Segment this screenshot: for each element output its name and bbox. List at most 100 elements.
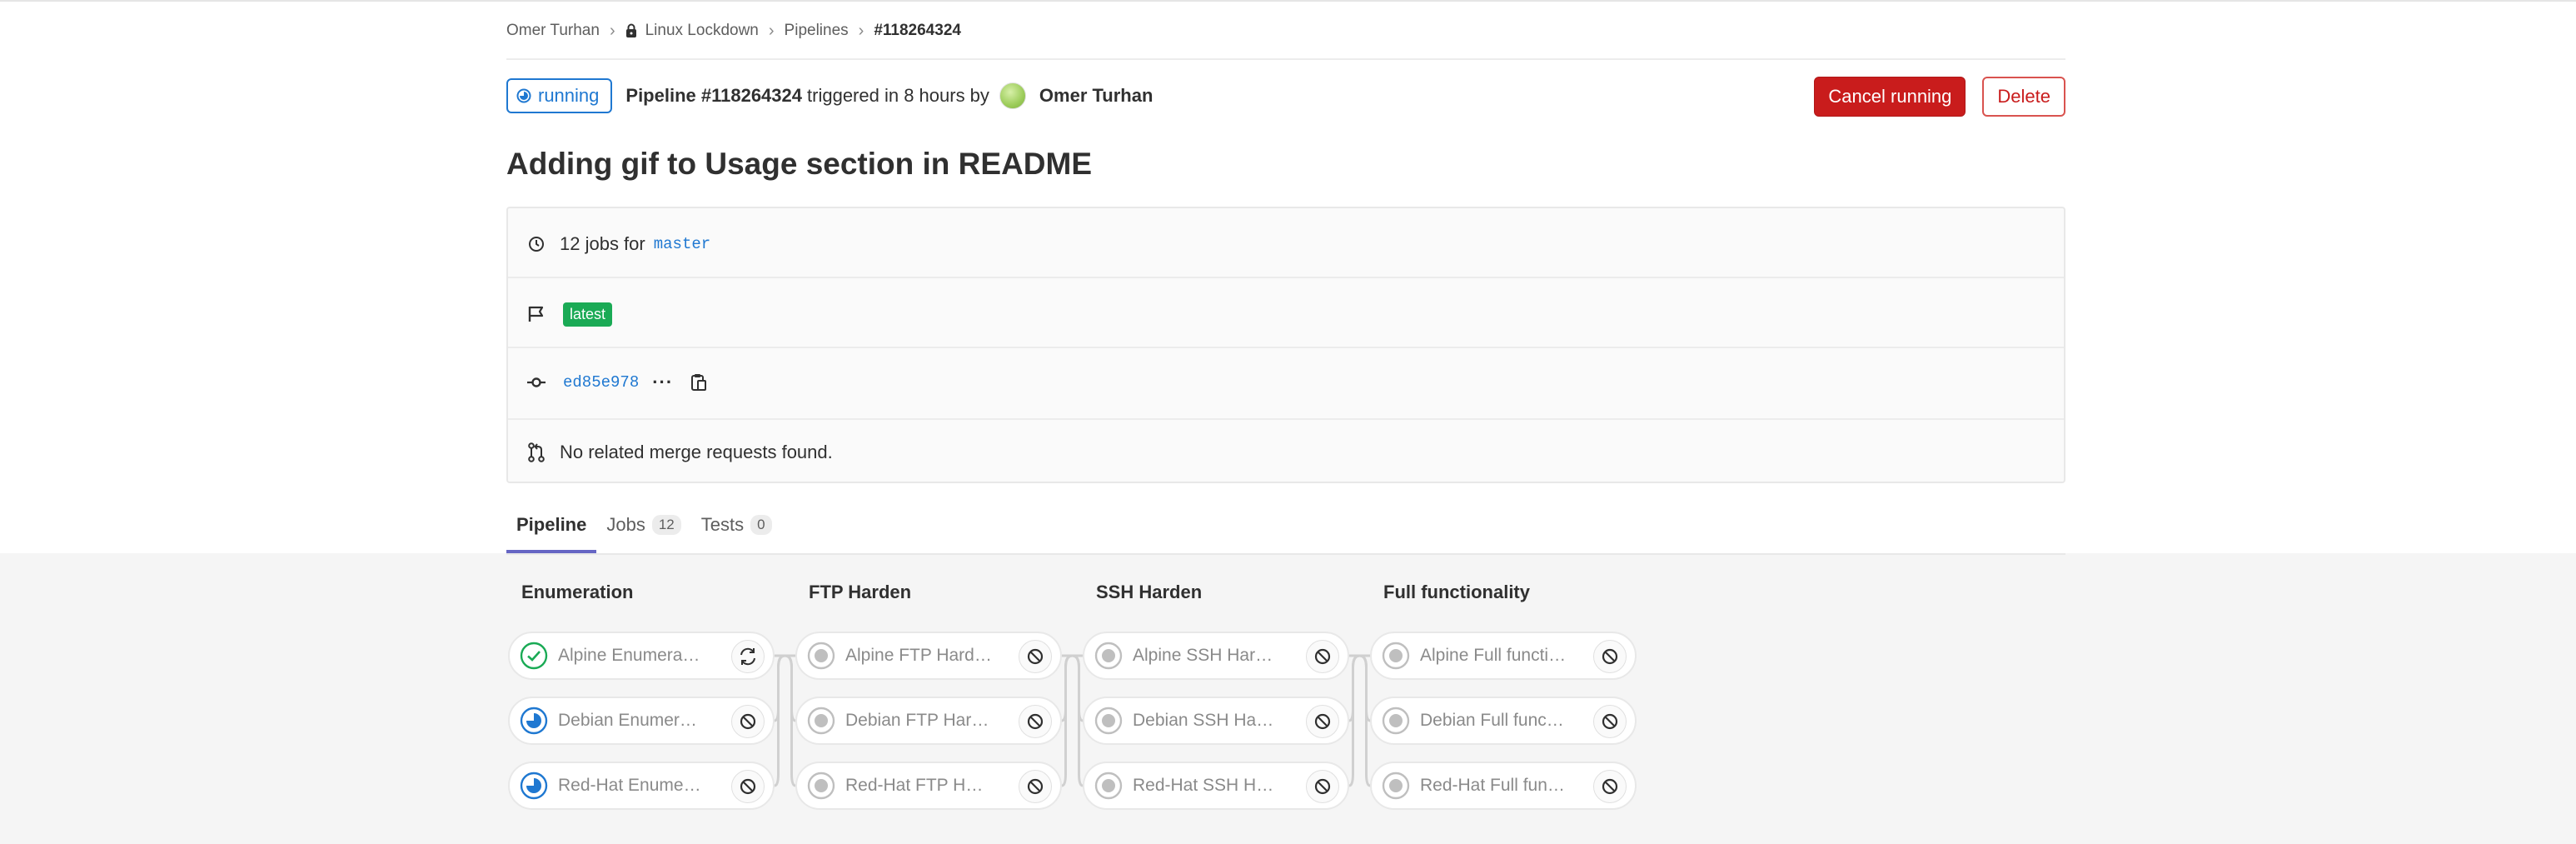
ellipsis-button[interactable]: ··· bbox=[652, 372, 673, 393]
stage-column: Enumeration bbox=[508, 578, 775, 607]
row-divider bbox=[508, 347, 2064, 348]
flag-icon bbox=[526, 304, 546, 324]
tab-jobs[interactable]: Jobs 12 bbox=[596, 497, 690, 553]
created-status-icon bbox=[1382, 707, 1410, 735]
job-name: Alpine Full functionality bbox=[1420, 646, 1567, 665]
running-status-icon bbox=[516, 88, 531, 103]
pipeline-id: Pipeline #118264324 bbox=[625, 85, 803, 106]
breadcrumb-project[interactable]: Linux Lockdown bbox=[645, 22, 759, 40]
job-pill[interactable]: Alpine FTP Harden bbox=[795, 632, 1062, 680]
user-link[interactable]: Omer Turhan bbox=[1039, 85, 1153, 107]
created-status-icon bbox=[1094, 642, 1123, 670]
job-pill[interactable]: Debian Full functionality bbox=[1370, 697, 1637, 745]
breadcrumb-current[interactable]: #118264324 bbox=[874, 22, 961, 40]
job-pill[interactable]: Alpine Full functionality bbox=[1370, 632, 1637, 680]
stage-title: SSH Harden bbox=[1096, 582, 1203, 602]
cancel-icon[interactable] bbox=[1593, 705, 1627, 738]
stage-column: FTP Harden bbox=[795, 578, 1062, 607]
branch-link[interactable]: master bbox=[654, 235, 710, 253]
job-name: Debian Full functionality bbox=[1420, 711, 1567, 730]
breadcrumb-pipelines[interactable]: Pipelines bbox=[785, 22, 849, 40]
breadcrumb-user[interactable]: Omer Turhan bbox=[506, 22, 600, 40]
job-name: Alpine FTP Harden bbox=[845, 646, 992, 665]
copy-icon[interactable] bbox=[690, 372, 708, 392]
stage-column: Full functionality bbox=[1370, 578, 1637, 607]
running-status-icon bbox=[520, 772, 548, 800]
jobs-row: 12 jobs for master bbox=[508, 223, 2064, 265]
tests-count-badge: 0 bbox=[750, 515, 772, 535]
job-pill[interactable]: Red-Hat Enumeration bbox=[508, 762, 775, 810]
stage-title: Enumeration bbox=[521, 582, 634, 602]
clock-icon bbox=[526, 234, 546, 254]
top-border bbox=[0, 0, 2576, 2]
tab-label: Pipeline bbox=[516, 514, 587, 535]
commit-icon bbox=[526, 372, 546, 392]
job-pill[interactable]: Red-Hat SSH Harden bbox=[1083, 762, 1349, 810]
chevron-right-icon: › bbox=[609, 21, 615, 40]
commit-row: ed85e978 ··· bbox=[508, 362, 2064, 403]
job-pill[interactable]: Red-Hat FTP Harden bbox=[795, 762, 1062, 810]
tab-label: Tests bbox=[700, 514, 745, 535]
job-pill[interactable]: Debian SSH Harden bbox=[1083, 697, 1349, 745]
created-status-icon bbox=[807, 642, 835, 670]
pipeline-tabs: Pipeline Jobs 12 Tests 0 bbox=[506, 497, 2065, 553]
row-divider bbox=[508, 277, 2064, 278]
cancel-icon[interactable] bbox=[731, 705, 765, 738]
created-status-icon bbox=[1094, 707, 1123, 735]
latest-badge: latest bbox=[563, 302, 613, 327]
job-pill[interactable]: Red-Hat Full functionality bbox=[1370, 762, 1637, 810]
row-divider bbox=[508, 418, 2064, 420]
cancel-icon[interactable] bbox=[1593, 770, 1627, 803]
breadcrumb-divider bbox=[506, 58, 2065, 60]
merge-requests-text: No related merge requests found. bbox=[560, 442, 833, 462]
cancel-icon[interactable] bbox=[1306, 640, 1339, 673]
cancel-icon[interactable] bbox=[1306, 705, 1339, 738]
jobs-count-text: 12 jobs for bbox=[560, 233, 645, 254]
graph-divider bbox=[506, 553, 2065, 555]
job-name: Red-Hat Enumeration bbox=[558, 776, 705, 795]
delete-button[interactable]: Delete bbox=[1982, 77, 2065, 117]
pipeline-header: running Pipeline #118264324 triggered in… bbox=[506, 77, 2065, 117]
tab-label: Jobs bbox=[606, 514, 645, 535]
job-name: Red-Hat Full functionality bbox=[1420, 776, 1567, 795]
status-text: running bbox=[538, 85, 600, 106]
chevron-right-icon: › bbox=[858, 21, 864, 40]
job-pill[interactable]: Debian FTP Harden bbox=[795, 697, 1062, 745]
created-status-icon bbox=[1382, 772, 1410, 800]
commit-sha-link[interactable]: ed85e978 bbox=[563, 373, 639, 392]
created-status-icon bbox=[807, 772, 835, 800]
stage-column: SSH Harden bbox=[1083, 578, 1349, 607]
tab-tests[interactable]: Tests 0 bbox=[691, 497, 782, 553]
job-name: Alpine SSH Harden bbox=[1133, 646, 1279, 665]
cancel-icon[interactable] bbox=[1306, 770, 1339, 803]
page-title: Adding gif to Usage section in README bbox=[506, 147, 1093, 181]
job-name: Red-Hat FTP Harden bbox=[845, 776, 992, 795]
job-name: Debian SSH Harden bbox=[1133, 711, 1279, 730]
lock-icon bbox=[625, 23, 636, 37]
cancel-icon[interactable] bbox=[731, 770, 765, 803]
job-pill[interactable]: Debian Enumeration bbox=[508, 697, 775, 745]
tab-pipeline[interactable]: Pipeline bbox=[506, 497, 597, 553]
status-badge[interactable]: running bbox=[506, 78, 613, 113]
success-status-icon bbox=[520, 642, 548, 670]
avatar[interactable] bbox=[999, 82, 1026, 109]
retry-icon[interactable] bbox=[731, 640, 765, 673]
job-pill[interactable]: Alpine Enumeration bbox=[508, 632, 775, 680]
triggered-text: triggered in 8 hours by bbox=[807, 85, 989, 106]
chevron-right-icon: › bbox=[768, 21, 775, 40]
job-name: Red-Hat SSH Harden bbox=[1133, 776, 1279, 795]
cancel-icon[interactable] bbox=[1019, 640, 1052, 673]
created-status-icon bbox=[1382, 642, 1410, 670]
job-name: Debian Enumeration bbox=[558, 711, 705, 730]
created-status-icon bbox=[1094, 772, 1123, 800]
pipeline-info-box: 12 jobs for master latest ed85e978 ··· N… bbox=[506, 207, 2065, 483]
cancel-icon[interactable] bbox=[1593, 640, 1627, 673]
merge-requests-row: No related merge requests found. bbox=[508, 432, 2064, 473]
created-status-icon bbox=[807, 707, 835, 735]
cancel-icon[interactable] bbox=[1019, 770, 1052, 803]
cancel-running-button[interactable]: Cancel running bbox=[1814, 77, 1966, 117]
cancel-icon[interactable] bbox=[1019, 705, 1052, 738]
running-status-icon bbox=[520, 707, 548, 735]
tags-row: latest bbox=[508, 293, 2064, 335]
job-pill[interactable]: Alpine SSH Harden bbox=[1083, 632, 1349, 680]
